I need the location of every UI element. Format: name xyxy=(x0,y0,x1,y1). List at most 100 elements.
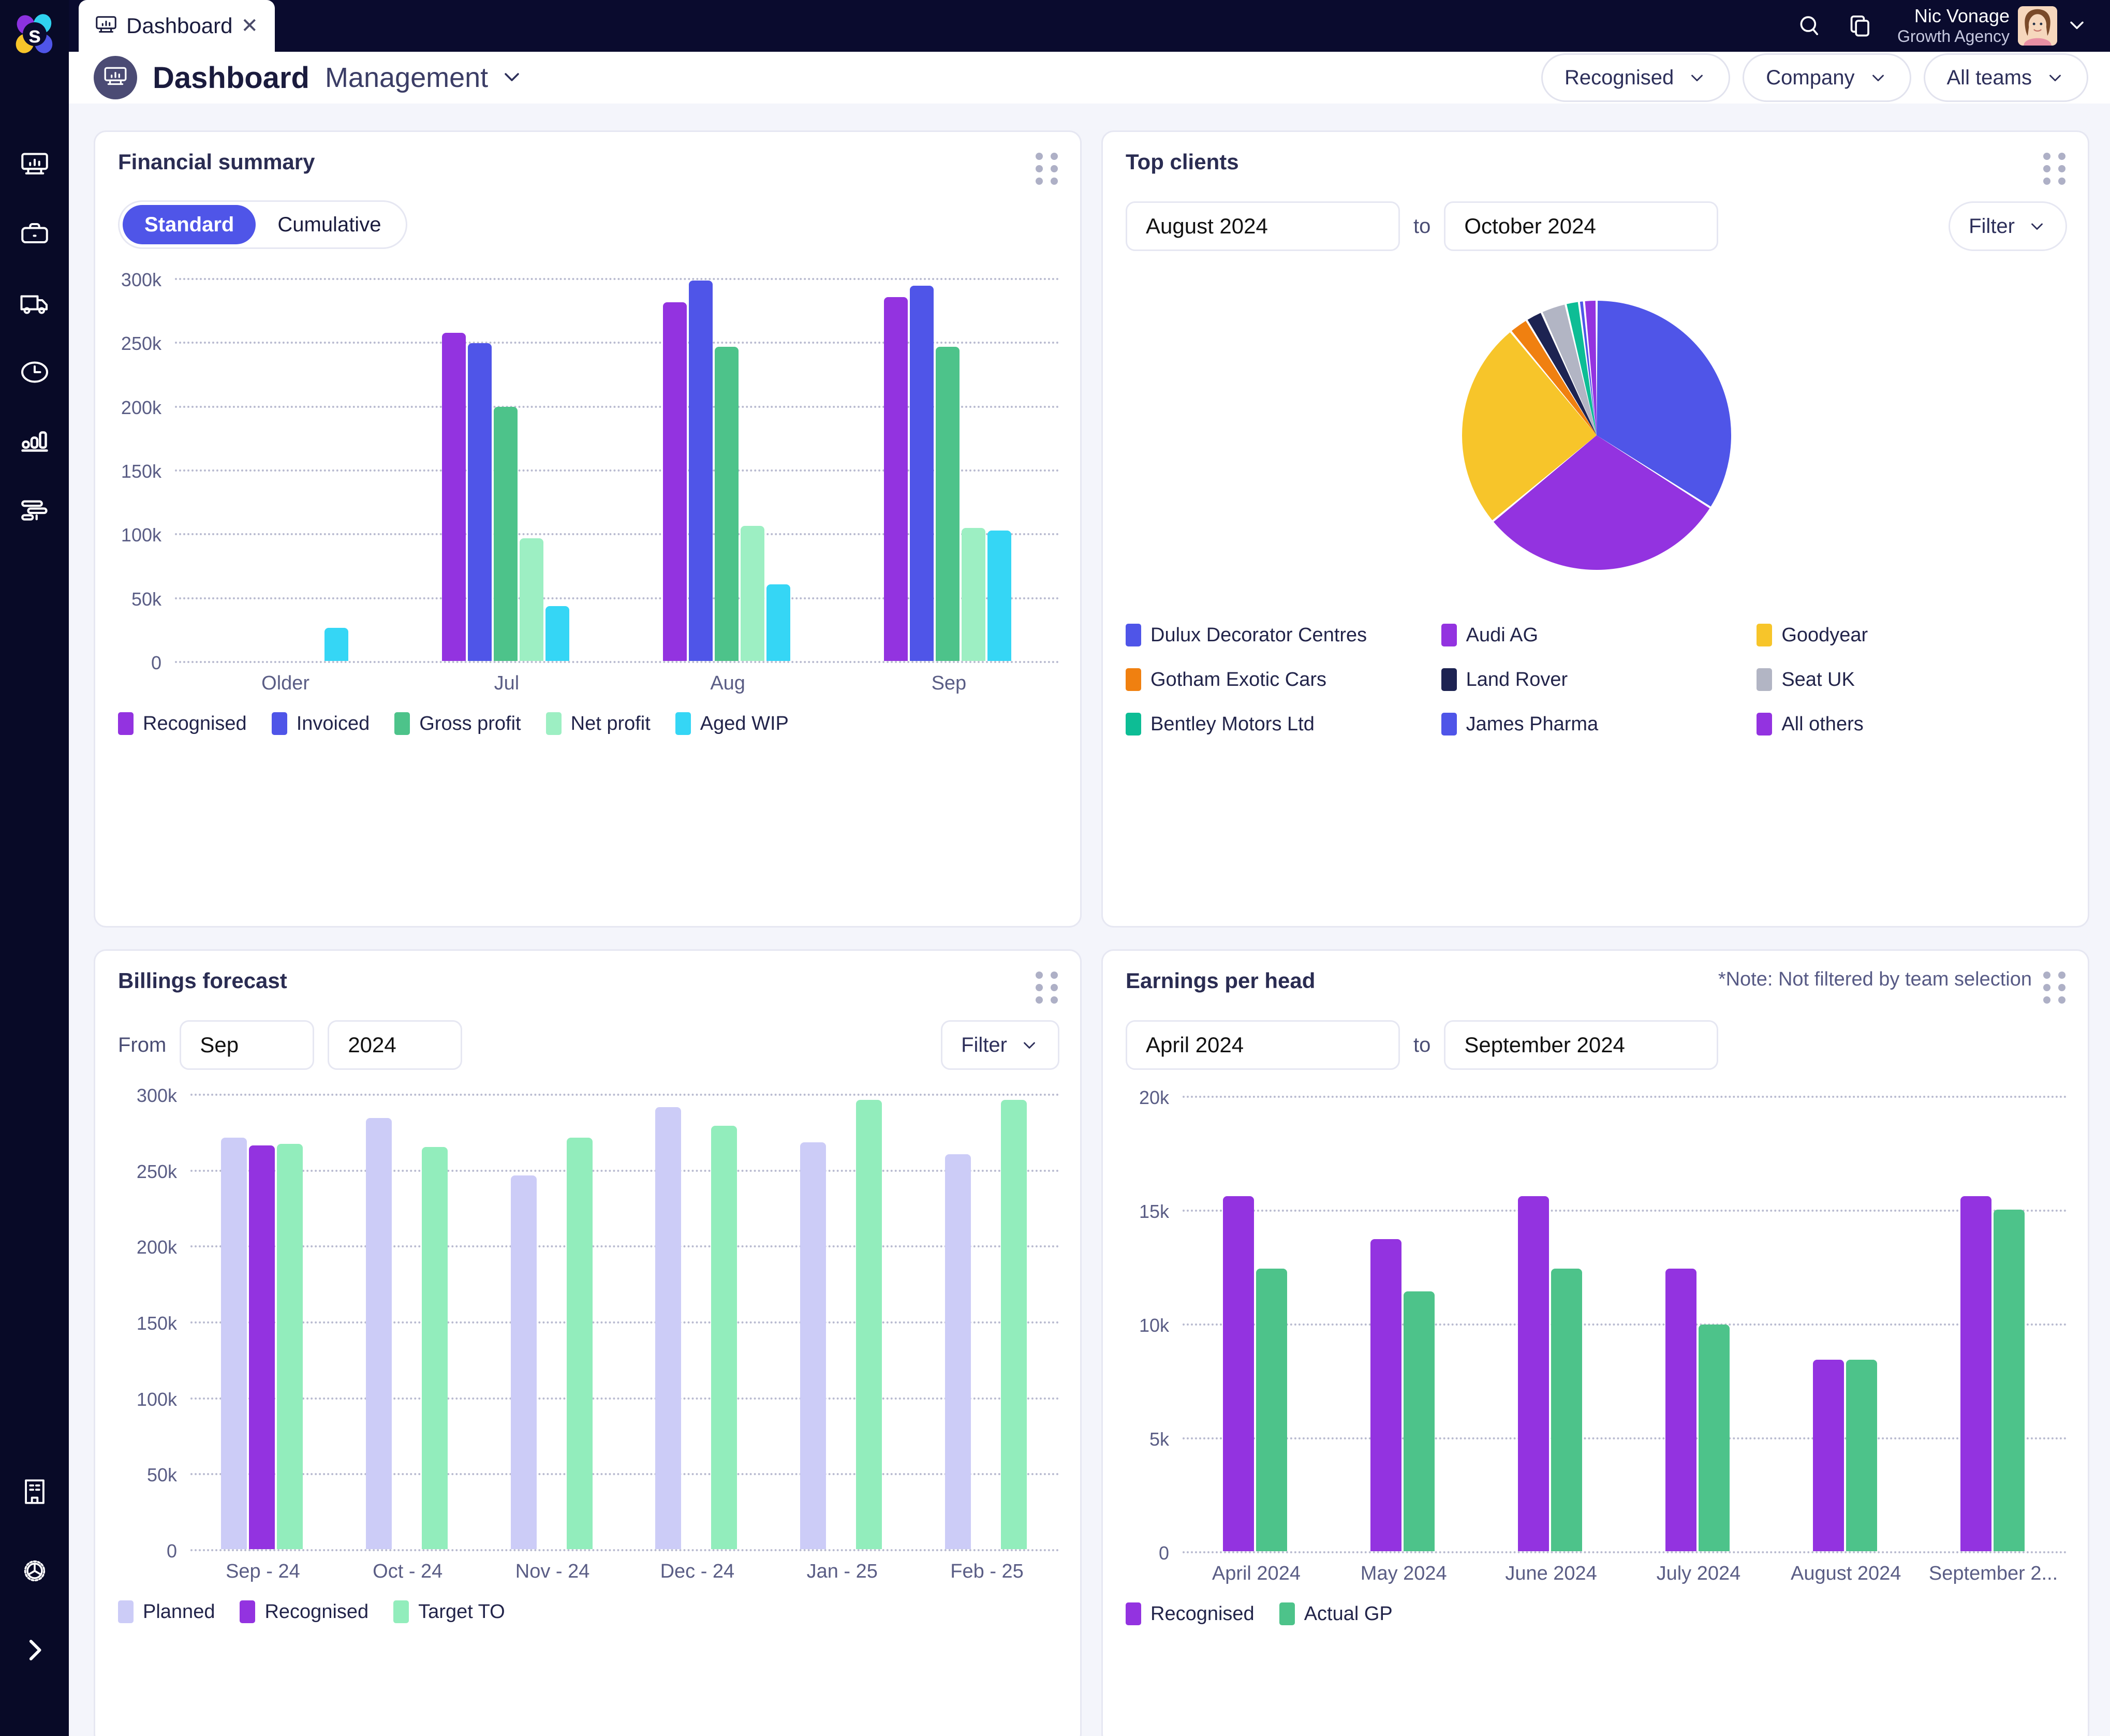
legend-item[interactable]: Aged WIP xyxy=(675,712,789,735)
month-field[interactable]: Sep xyxy=(180,1020,315,1070)
filter-button[interactable]: Filter xyxy=(941,1020,1059,1070)
bar[interactable] xyxy=(421,1146,448,1549)
bar[interactable] xyxy=(741,525,765,661)
sidebar-item-dashboard[interactable] xyxy=(0,131,69,200)
bar[interactable] xyxy=(711,1125,737,1549)
sidebar-expand-button[interactable] xyxy=(0,1615,69,1684)
bar[interactable] xyxy=(936,347,960,661)
legend-item[interactable]: Recognised xyxy=(240,1600,368,1623)
from-date-field[interactable]: April 2024 xyxy=(1126,1020,1400,1070)
bar[interactable] xyxy=(1665,1269,1696,1551)
legend-item[interactable]: Target TO xyxy=(393,1600,505,1623)
avatar[interactable] xyxy=(2018,6,2057,46)
bar[interactable] xyxy=(566,1138,593,1549)
bar[interactable] xyxy=(1812,1360,1844,1551)
chevron-down-icon[interactable] xyxy=(499,64,524,92)
to-date-field[interactable]: September 2024 xyxy=(1444,1020,1719,1070)
toggle-cumulative[interactable]: Cumulative xyxy=(256,205,403,244)
bar[interactable] xyxy=(1404,1291,1435,1551)
bar[interactable] xyxy=(1518,1196,1550,1551)
legend-item[interactable]: All others xyxy=(1757,713,2067,735)
drag-handle-icon[interactable] xyxy=(1036,153,1059,185)
bar[interactable] xyxy=(884,297,908,661)
sidebar-item-jobs[interactable] xyxy=(0,200,69,269)
bar[interactable] xyxy=(276,1143,303,1549)
bar[interactable] xyxy=(324,627,348,661)
legend-item[interactable]: Bentley Motors Ltd xyxy=(1126,713,1436,735)
legend-item[interactable]: Seat UK xyxy=(1757,668,2067,691)
legend-item[interactable]: Actual GP xyxy=(1279,1602,1393,1625)
to-date-field[interactable]: October 2024 xyxy=(1444,201,1719,251)
legend-item[interactable]: Planned xyxy=(118,1600,215,1623)
sidebar-item-settings[interactable] xyxy=(0,1536,69,1605)
sidebar-item-reports[interactable] xyxy=(0,406,69,475)
bar[interactable] xyxy=(493,407,518,661)
pie-chart[interactable]: Dulux Decorator Centres: 34%Audi AG: 30%… xyxy=(1426,275,1767,596)
close-icon[interactable]: ✕ xyxy=(241,16,258,36)
legend-item[interactable]: Recognised xyxy=(118,712,247,735)
bar[interactable] xyxy=(365,1117,392,1549)
tab-dashboard[interactable]: Dashboard ✕ xyxy=(79,0,275,52)
year-field[interactable]: 2024 xyxy=(328,1020,463,1070)
legend-item[interactable]: Dulux Decorator Centres xyxy=(1126,624,1436,646)
bar[interactable] xyxy=(220,1138,247,1549)
bar[interactable] xyxy=(1256,1269,1288,1551)
bar[interactable] xyxy=(689,280,713,661)
filter-recognised[interactable]: Recognised xyxy=(1541,53,1731,102)
bar[interactable] xyxy=(856,1099,882,1549)
bar[interactable] xyxy=(1551,1269,1583,1551)
bar[interactable] xyxy=(987,531,1012,661)
bar[interactable] xyxy=(962,528,986,661)
legend-item[interactable]: Goodyear xyxy=(1757,624,2067,646)
drag-handle-icon[interactable] xyxy=(1036,972,1059,1004)
bar[interactable] xyxy=(655,1107,682,1549)
bar[interactable] xyxy=(910,285,934,661)
bar[interactable] xyxy=(800,1142,827,1549)
drag-handle-icon[interactable] xyxy=(2043,153,2067,185)
bar[interactable] xyxy=(945,1154,971,1549)
app-logo[interactable]: s xyxy=(0,0,69,69)
bar[interactable] xyxy=(1993,1210,2025,1551)
bar[interactable] xyxy=(766,584,791,661)
toggle-standard[interactable]: Standard xyxy=(123,205,256,244)
user-menu[interactable]: Nic Vonage Growth Agency xyxy=(1897,5,2088,47)
bar[interactable] xyxy=(1960,1196,1991,1551)
bar[interactable] xyxy=(715,347,739,661)
legend-item[interactable]: James Pharma xyxy=(1441,713,1752,735)
sidebar-item-company[interactable] xyxy=(0,1457,69,1526)
bar-chart-icon xyxy=(21,431,48,452)
legend-item[interactable]: Recognised xyxy=(1126,1602,1255,1625)
search-icon[interactable] xyxy=(1796,12,1823,39)
bar[interactable] xyxy=(467,343,492,661)
bar[interactable] xyxy=(441,333,466,661)
bar[interactable] xyxy=(1846,1360,1877,1551)
from-date-field[interactable]: August 2024 xyxy=(1126,201,1400,251)
bar[interactable] xyxy=(1223,1196,1255,1551)
legend-item[interactable]: Audi AG xyxy=(1441,624,1752,646)
sidebar-item-timesheets[interactable] xyxy=(0,337,69,406)
bar[interactable] xyxy=(1001,1099,1027,1549)
legend-item[interactable]: Gross profit xyxy=(394,712,521,735)
sidebar-item-resourcing[interactable] xyxy=(0,475,69,544)
chevron-down-icon[interactable] xyxy=(2065,13,2088,39)
bar[interactable] xyxy=(510,1175,537,1549)
filter-button[interactable]: Filter xyxy=(1949,201,2067,251)
bar[interactable] xyxy=(663,302,687,661)
y-axis-tick: 0 xyxy=(1158,1542,1169,1564)
legend-item[interactable]: Invoiced xyxy=(271,712,370,735)
bar[interactable] xyxy=(248,1145,275,1549)
legend-swatch xyxy=(240,1600,256,1623)
copy-icon[interactable] xyxy=(1847,12,1873,39)
sidebar-item-deliveries[interactable] xyxy=(0,269,69,337)
filter-company[interactable]: Company xyxy=(1743,53,1911,102)
legend-item[interactable]: Gotham Exotic Cars xyxy=(1126,668,1436,691)
filter-all-teams[interactable]: All teams xyxy=(1923,53,2088,102)
legend-item[interactable]: Net profit xyxy=(545,712,651,735)
bar[interactable] xyxy=(519,538,543,661)
bar[interactable] xyxy=(1698,1325,1730,1551)
bar[interactable] xyxy=(1370,1239,1402,1551)
bar[interactable] xyxy=(545,606,569,661)
page-subtitle[interactable]: Management xyxy=(325,62,488,94)
legend-item[interactable]: Land Rover xyxy=(1441,668,1752,691)
drag-handle-icon[interactable] xyxy=(2043,972,2067,1004)
